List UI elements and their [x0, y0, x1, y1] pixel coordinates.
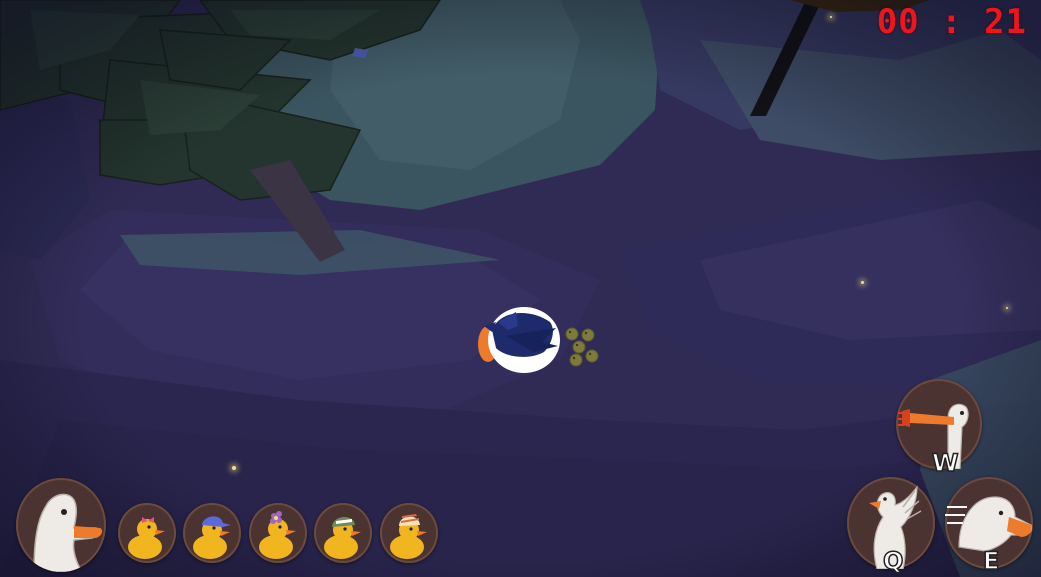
goose-portrait[interactable]	[16, 478, 106, 572]
firefly	[861, 281, 864, 284]
game-viewport[interactable]: 00 : 21 W Q E	[0, 0, 1041, 577]
duck-flower-icon	[259, 511, 296, 559]
honk-key-label: W	[931, 449, 959, 477]
goose-head-icon	[33, 493, 103, 572]
duckling-slot-5[interactable]	[380, 503, 438, 563]
duckling-slot-3[interactable]	[249, 503, 307, 563]
duck-helmet-icon	[324, 516, 361, 559]
duckling-slot-1[interactable]	[118, 503, 176, 563]
duck-striped-hat-icon	[390, 514, 427, 559]
firefly	[232, 466, 236, 470]
firefly	[1006, 307, 1008, 309]
flap-ability-button[interactable]: Q	[847, 477, 935, 574]
flap-key-label: Q	[882, 547, 904, 575]
duck-bow-icon	[128, 517, 165, 559]
duckling-slot-4[interactable]	[314, 503, 372, 563]
duck-cap-icon	[193, 516, 231, 559]
duckling-group	[565, 327, 599, 367]
duckling-slot-2[interactable]	[183, 503, 241, 563]
honk-ability-button[interactable]: W	[896, 379, 982, 476]
dash-ability-button[interactable]: E	[945, 477, 1033, 574]
firefly	[830, 16, 832, 18]
dash-key-label: E	[982, 547, 1000, 575]
round-timer: 00 : 21	[876, 2, 1027, 42]
